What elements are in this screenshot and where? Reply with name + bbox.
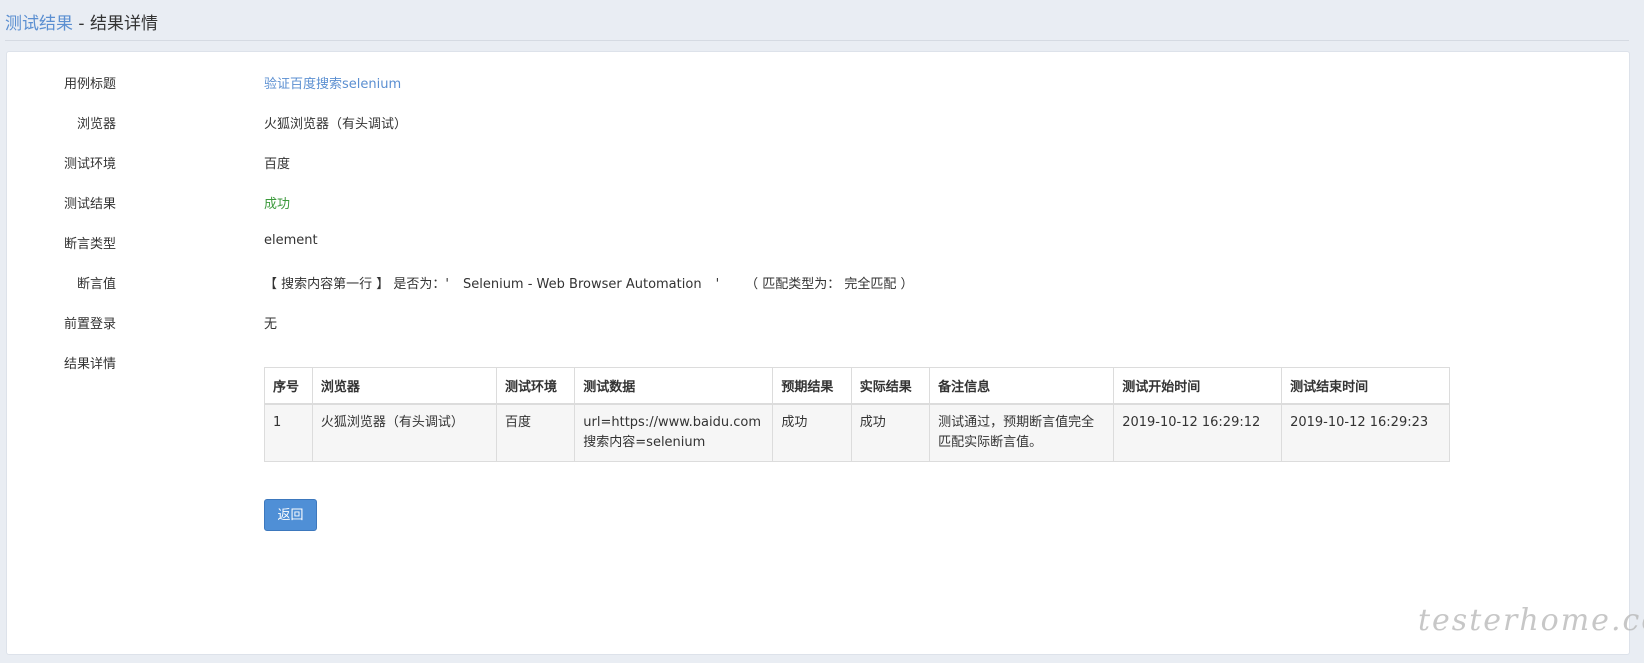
env-value: 百度 <box>264 157 291 172</box>
assert-value-part2: Selenium - Web Browser Automation <box>462 277 702 292</box>
cell-data-url: url=https://www.baidu.com <box>583 415 762 430</box>
page-title: 测试结果 - 结果详情 <box>5 9 158 34</box>
breadcrumb-test-results-link[interactable]: 测试结果 <box>5 14 73 34</box>
assert-type-value: element <box>264 233 318 248</box>
field-assert-value: 断言值 【 搜索内容第一行 】 是否为：' Selenium - Web Brow… <box>7 270 1507 294</box>
table-header-row: 序号 浏览器 测试环境 测试数据 预期结果 实际结果 备注信息 测试开始时间 测… <box>264 367 1450 405</box>
col-header-browser: 浏览器 <box>311 367 497 405</box>
env-label: 测试环境 <box>63 157 116 172</box>
cell-end-time: 2019-10-12 16:29:23 <box>1281 403 1450 462</box>
col-header-index: 序号 <box>264 367 313 405</box>
cell-data-keyword: 搜索内容=selenium <box>583 435 706 450</box>
cell-start-time: 2019-10-12 16:29:12 <box>1113 403 1283 462</box>
assert-value-part1: 【 搜索内容第一行 】 是否为：' <box>264 277 449 292</box>
breadcrumb-current: 结果详情 <box>89 14 158 34</box>
field-assert-type: 断言类型 element <box>7 230 1507 254</box>
detail-label: 结果详情 <box>63 357 116 372</box>
pre-login-label: 前置登录 <box>63 317 116 332</box>
case-title-label: 用例标题 <box>63 77 116 92</box>
cell-index: 1 <box>264 403 313 462</box>
result-status: 成功 <box>264 197 291 212</box>
assert-value-part4: （ 匹配类型为： 完全匹配 ） <box>745 277 914 292</box>
col-header-actual: 实际结果 <box>850 367 931 405</box>
assert-value-label: 断言值 <box>76 277 116 292</box>
col-header-env: 测试环境 <box>495 367 576 405</box>
cell-browser: 火狐浏览器（有头调试） <box>311 403 497 462</box>
field-browser: 浏览器 火狐浏览器（有头调试） <box>7 110 1507 134</box>
result-detail-panel: 用例标题 验证百度搜索selenium 浏览器 火狐浏览器（有头调试） 测试环境… <box>6 51 1630 655</box>
field-env: 测试环境 百度 <box>7 150 1507 174</box>
pre-login-value: 无 <box>264 317 278 332</box>
col-header-expected: 预期结果 <box>772 367 852 405</box>
assert-type-label: 断言类型 <box>63 237 116 252</box>
result-label: 测试结果 <box>63 197 116 212</box>
table-row: 1 火狐浏览器（有头调试） 百度 url=https://www.baidu.c… <box>264 403 1450 462</box>
field-case-title: 用例标题 验证百度搜索selenium <box>7 70 1507 94</box>
col-header-start-time: 测试开始时间 <box>1113 367 1283 405</box>
col-header-note: 备注信息 <box>929 367 1115 405</box>
field-pre-login: 前置登录 无 <box>7 310 1507 334</box>
watermark: testerhome.com <box>1418 603 1644 638</box>
field-result: 测试结果 成功 <box>7 190 1507 214</box>
col-header-end-time: 测试结束时间 <box>1281 367 1450 405</box>
cell-actual: 成功 <box>850 403 931 462</box>
cell-data: url=https://www.baidu.com 搜索内容=selenium <box>574 403 774 462</box>
assert-value-part3: ' <box>715 277 720 292</box>
browser-value: 火狐浏览器（有头调试） <box>264 117 408 132</box>
cell-env: 百度 <box>495 403 576 462</box>
result-table: 序号 浏览器 测试环境 测试数据 预期结果 实际结果 备注信息 测试开始时间 测… <box>264 367 1450 462</box>
cell-note: 测试通过，预期断言值完全匹配实际断言值。 <box>929 403 1115 462</box>
cell-expected: 成功 <box>772 403 852 462</box>
browser-label: 浏览器 <box>76 117 116 132</box>
page-header: 测试结果 - 结果详情 <box>5 0 1629 41</box>
case-title-link[interactable]: 验证百度搜索selenium <box>264 73 401 92</box>
breadcrumb-separator: - <box>73 14 90 34</box>
col-header-data: 测试数据 <box>574 367 774 405</box>
assert-value: 【 搜索内容第一行 】 是否为：' Selenium - Web Browser … <box>264 273 914 292</box>
back-button[interactable]: 返回 <box>264 499 317 531</box>
